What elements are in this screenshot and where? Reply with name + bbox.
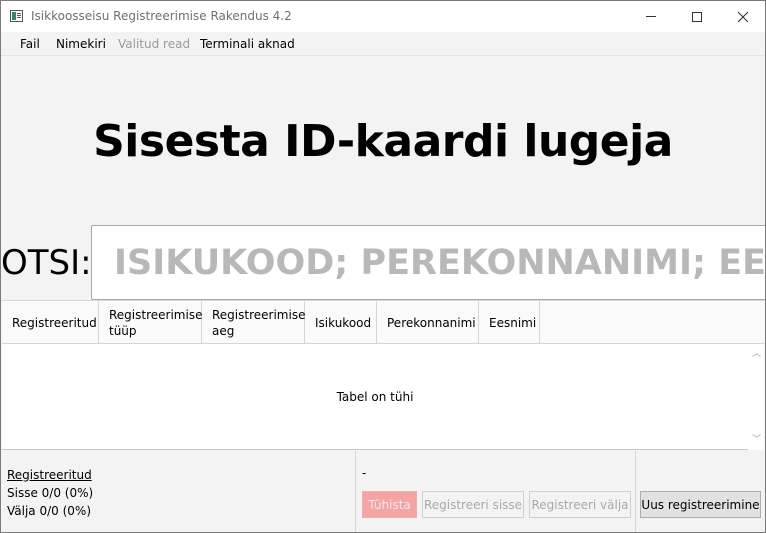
column-header-last-name[interactable]: Perekonnanimi bbox=[377, 301, 479, 344]
column-header-registration-time[interactable]: Registreerimise aeg bbox=[202, 301, 305, 344]
vertical-scrollbar[interactable]: ︿ ﹀ bbox=[748, 344, 764, 450]
panel-divider bbox=[635, 451, 636, 532]
registered-in-stat: Sisse 0/0 (0%) bbox=[7, 486, 94, 500]
window-title: Isikkoosseisu Registreerimise Rakendus 4… bbox=[31, 9, 292, 23]
menu-file[interactable]: Fail bbox=[20, 37, 40, 51]
main-heading: Sisesta ID-kaardi lugeja bbox=[93, 116, 673, 167]
menu-list[interactable]: Nimekiri bbox=[56, 37, 106, 51]
selected-person-label: - bbox=[362, 466, 367, 480]
maximize-button[interactable] bbox=[674, 1, 720, 32]
column-header-registered[interactable]: Registreeritud bbox=[2, 301, 99, 344]
new-registration-button[interactable]: Uus registreerimine bbox=[640, 491, 761, 518]
scroll-down-arrow-icon[interactable]: ﹀ bbox=[752, 436, 761, 445]
cancel-button[interactable]: Tühista bbox=[362, 491, 417, 518]
panel-divider bbox=[355, 451, 356, 532]
close-icon bbox=[737, 11, 749, 22]
close-button[interactable] bbox=[720, 1, 765, 32]
register-in-button[interactable]: Registreeri sisse bbox=[422, 491, 524, 518]
menu-bar: Fail Nimekiri Valitud read Terminali akn… bbox=[1, 32, 765, 56]
table-header: Registreeritud Registreerimise tüüp Regi… bbox=[2, 301, 764, 344]
column-header-first-name[interactable]: Eesnimi bbox=[479, 301, 540, 344]
scroll-up-arrow-icon[interactable]: ︿ bbox=[752, 350, 761, 359]
table-body: Tabel on tühi bbox=[2, 344, 748, 450]
registered-out-stat: Välja 0/0 (0%) bbox=[7, 504, 91, 518]
search-input[interactable] bbox=[91, 225, 765, 300]
menu-terminal-windows[interactable]: Terminali aknad bbox=[200, 37, 295, 51]
app-window: Isikkoosseisu Registreerimise Rakendus 4… bbox=[0, 0, 766, 533]
registrations-table: Registreeritud Registreerimise tüüp Regi… bbox=[2, 300, 764, 450]
title-bar[interactable]: Isikkoosseisu Registreerimise Rakendus 4… bbox=[1, 1, 765, 32]
menu-selected-rows[interactable]: Valitud read bbox=[118, 37, 190, 51]
app-icon bbox=[10, 10, 23, 22]
search-label: OTSI: bbox=[1, 243, 92, 283]
column-header-registration-type[interactable]: Registreerimise tüüp bbox=[99, 301, 202, 344]
minimize-button[interactable] bbox=[628, 1, 674, 32]
minimize-icon bbox=[646, 16, 656, 17]
register-out-button[interactable]: Registreeri välja bbox=[529, 491, 631, 518]
registered-stats-title: Registreeritud bbox=[7, 468, 92, 482]
status-panel: Registreeritud Sisse 0/0 (0%) Välja 0/0 … bbox=[1, 451, 765, 532]
maximize-icon bbox=[692, 11, 702, 22]
column-header-personal-code[interactable]: Isikukood bbox=[305, 301, 377, 344]
empty-table-message: Tabel on tühi bbox=[336, 390, 414, 404]
